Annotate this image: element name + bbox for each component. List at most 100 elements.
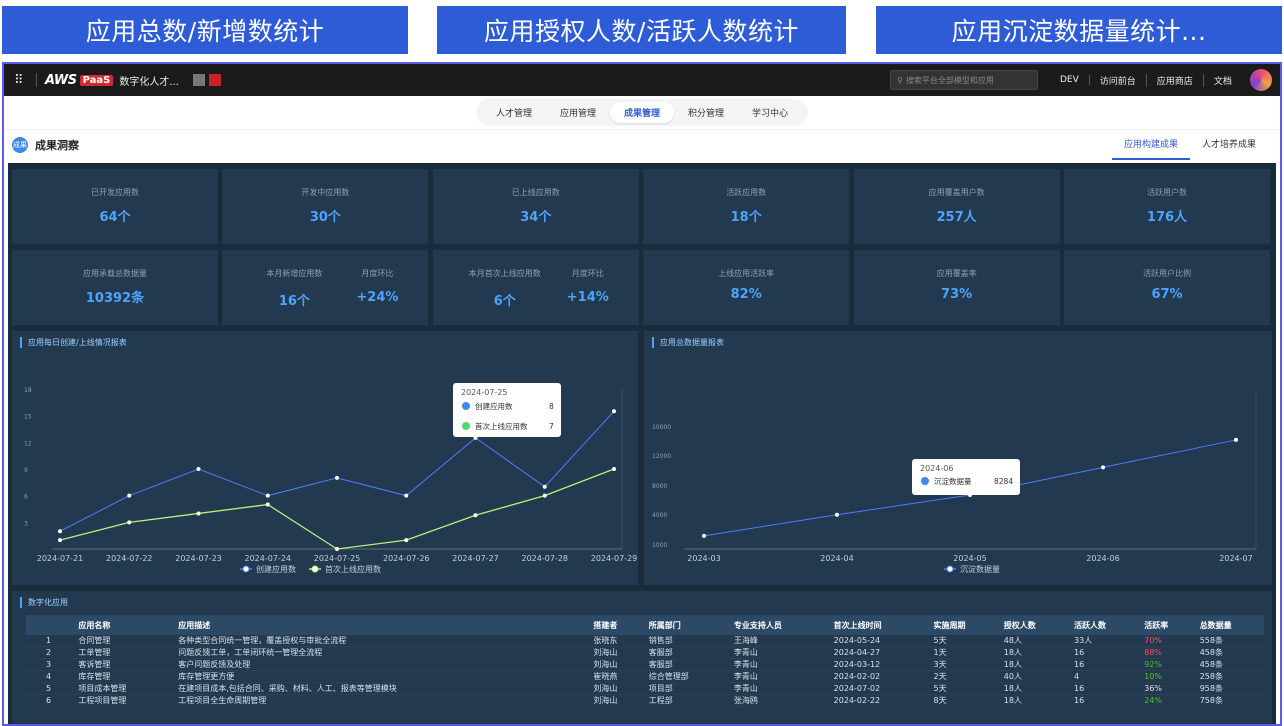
search-input[interactable]: ⚲ 搜索平台全部模型和应用	[890, 70, 1038, 90]
dev-link[interactable]: DEV	[1050, 75, 1090, 85]
column-header[interactable]: 应用描述	[172, 615, 588, 635]
sub-tab[interactable]: 人才培养成果	[1190, 130, 1268, 160]
table-cell: 5天	[927, 682, 998, 696]
table-cell: 李青山	[727, 670, 828, 684]
table-cell: 70%	[1138, 635, 1194, 648]
table-cell: 4	[1067, 670, 1139, 684]
column-header[interactable]	[26, 615, 73, 635]
x-tick-label: 2024-07-26	[383, 554, 430, 563]
table-cell: 24%	[1138, 694, 1194, 708]
x-tick-label: 2024-07-22	[106, 554, 153, 563]
metric-label: 活跃用户比例	[1143, 269, 1191, 278]
table-cell: 458条	[1193, 658, 1264, 672]
table-row[interactable]: 2 工单管理 问题反馈工单，工单闭环统一管理全流程 刘海山 客服部 李青山 2024-04-…	[26, 646, 1264, 660]
data-point	[127, 520, 132, 525]
x-tick-label: 2024-03	[687, 554, 720, 563]
table-cell: 48人	[997, 635, 1068, 648]
tooltip-date: 2024-06	[920, 464, 953, 473]
aws-logo[interactable]: AWS	[45, 73, 77, 88]
column-header[interactable]: 授权人数	[997, 615, 1068, 635]
data-point	[404, 493, 409, 498]
avatar[interactable]	[1250, 69, 1272, 91]
metric-card: 已上线应用数 34个	[432, 169, 639, 244]
volume-line-chart: 1000 4000 8000 12000 10000 2024-03 2024-04 2024…	[652, 391, 1257, 574]
nav-tab[interactable]: 人才管理	[482, 102, 546, 123]
sub-tab[interactable]: 应用构建成果	[1111, 130, 1190, 160]
table-row[interactable]: 4 库存管理 库存管理更方便 崔晓燕 综合管理部 李青山 2024-02-02 2天 40人 4 1…	[26, 670, 1264, 684]
table-cell: 10%	[1138, 670, 1194, 684]
column-header[interactable]: 专业支持人员	[727, 615, 828, 635]
column-header[interactable]: 应用名称	[72, 615, 173, 635]
x-tick-label: 2024-07-21	[37, 554, 84, 563]
column-header[interactable]: 总数据量	[1193, 615, 1264, 635]
legend-marker	[946, 565, 954, 573]
metric-label: 本月首次上线应用数	[468, 269, 541, 278]
table-cell: 李青山	[727, 658, 828, 672]
table-cell: 工程部	[642, 694, 728, 708]
metric-card: 活跃用户数 176人	[1064, 169, 1270, 244]
app-name[interactable]: 数字化人才...	[119, 73, 179, 88]
table-row[interactable]: 5 项目成本管理 在建项目成本,包括合同、采购、材料、人工、报表等管理模块 刘海山 项目…	[26, 682, 1264, 696]
compare-value: +14%	[566, 290, 609, 305]
y-tick-label: 4000	[652, 512, 667, 519]
data-point	[196, 511, 201, 516]
table-cell: 项目成本管理	[72, 682, 173, 696]
data-point	[58, 529, 62, 534]
metric-value: 73%	[941, 287, 973, 302]
table-cell: 客诉管理	[72, 658, 173, 672]
table-cell: 6	[26, 694, 73, 708]
nav-tab[interactable]: 学习中心	[738, 102, 802, 123]
metric-compare: 月度环比 +14%	[553, 268, 623, 305]
table-row[interactable]: 6 工程项目管理 工程项目全生命周期管理 刘海山 工程部 张海鸥 2024-02-22 8天 1…	[26, 694, 1264, 708]
y-tick-label: 6	[24, 494, 28, 501]
table-row[interactable]: 1 合同管理 各种类型合同统一管理，覆盖授权与审批全流程 张晓东 销售部 王海峰 2024-…	[26, 635, 1264, 648]
x-tick-label: 2024-07-28	[522, 554, 569, 563]
table-cell: 问题反馈工单，工单闭环统一管理全流程	[172, 646, 588, 660]
theme-swatch-gray[interactable]	[192, 74, 205, 86]
table-cell: 2024-05-24	[827, 635, 928, 648]
metric-label: 应用覆盖率	[936, 269, 977, 278]
y-tick-label: 10000	[652, 424, 671, 431]
banner-auth-users: 应用授权人数/活跃人数统计	[437, 6, 846, 54]
table-cell: 8天	[927, 694, 998, 708]
table-cell: 1	[26, 635, 73, 648]
column-header[interactable]: 首次上线时间	[827, 615, 928, 635]
column-header[interactable]: 搭建者	[587, 615, 643, 635]
nav-tab[interactable]: 应用管理	[546, 102, 610, 123]
dashboard: 应用每日创建/上线情况报表 3 6 9 12 15 18 2024-07-21 2024-07…	[8, 163, 1276, 724]
metric-value: 257人	[936, 210, 977, 225]
column-header[interactable]: 活跃人数	[1067, 615, 1139, 635]
table-cell: 李青山	[727, 682, 828, 696]
metric-main: 本月首次上线应用数 6个	[455, 268, 555, 309]
table-cell: 刘海山	[587, 658, 643, 672]
nav-tab[interactable]: 积分管理	[674, 102, 738, 123]
table-cell: 16	[1067, 694, 1139, 708]
table-row[interactable]: 3 客诉管理 客户问题反馈及处理 刘海山 客服部 李青山 2024-03-12 3天 18人 16…	[26, 658, 1264, 672]
table-cell: 库存管理	[72, 670, 173, 684]
app-store-link[interactable]: 应用商店	[1147, 73, 1204, 87]
table-cell: 2024-02-02	[827, 670, 928, 684]
tooltip-value: 7	[549, 422, 554, 431]
metric-card: 活跃应用数 18个	[643, 169, 850, 244]
table-cell: 4	[26, 670, 73, 684]
compare-label: 月度环比	[571, 269, 604, 278]
data-point	[702, 533, 706, 538]
y-tick-label: 15	[24, 414, 32, 421]
table-cell: 92%	[1138, 658, 1194, 672]
metric-card: 上线应用活跃率 82%	[643, 250, 850, 325]
metric-card: 本月首次上线应用数 6个 月度环比 +14%	[432, 250, 639, 325]
column-header[interactable]: 所属部门	[642, 615, 728, 635]
table-cell: 958条	[1193, 682, 1264, 696]
metric-compare: 月度环比 +24%	[342, 268, 412, 305]
metric-value: 6个	[493, 294, 516, 309]
column-header[interactable]: 活跃率	[1138, 615, 1194, 635]
docs-link[interactable]: 文档	[1204, 74, 1242, 87]
table-cell: 2	[26, 646, 73, 660]
theme-swatch-red[interactable]	[208, 74, 221, 86]
nav-tab[interactable]: 成果管理	[609, 102, 674, 123]
legend-marker	[311, 565, 319, 573]
app-grid-icon[interactable]: ⠿	[14, 73, 28, 88]
metric-label: 上线应用活跃率	[718, 269, 775, 278]
column-header[interactable]: 实施周期	[927, 615, 998, 635]
frontend-link[interactable]: 访问前台	[1090, 73, 1147, 87]
